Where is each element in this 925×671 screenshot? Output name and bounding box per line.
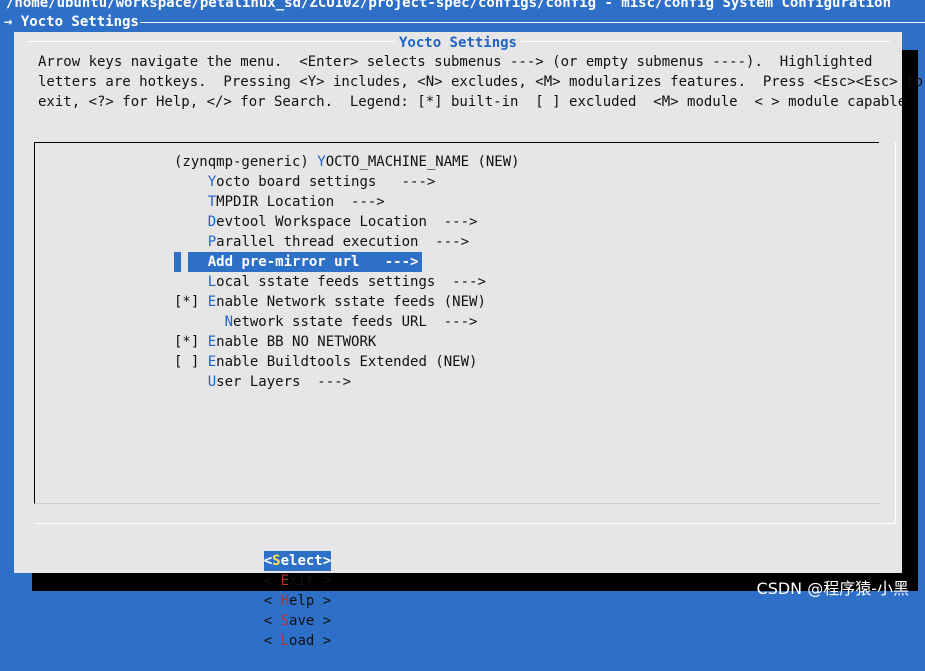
- dialog-title: Yocto Settings: [14, 34, 902, 52]
- menu-item-label: etwork sstate feeds URL --->: [233, 314, 478, 330]
- exit-button-open: <: [263, 573, 281, 589]
- menu-item-parallel-thread-execution[interactable]: Parallel thread execution --->: [174, 232, 520, 252]
- menu-item-hotkey: L: [207, 274, 217, 290]
- menu-item-hotkey: U: [207, 374, 217, 390]
- menu-item-hotkey: N: [224, 314, 234, 330]
- menu-item-enable-bb-no-network[interactable]: [*] Enable BB NO NETWORK: [174, 332, 520, 352]
- save-button-open: <: [263, 613, 281, 629]
- menu-item-user-layers[interactable]: User Layers --->: [174, 372, 520, 392]
- menu-item-prefix: [174, 174, 208, 190]
- menu-item-yocto-board-settings[interactable]: Yocto board settings --->: [174, 172, 520, 192]
- load-button-open: <: [263, 633, 281, 649]
- menu-item-prefix: [174, 254, 208, 270]
- menu-item-add-pre-mirror-url[interactable]: Add pre-mirror url --->: [174, 252, 520, 272]
- menu-item-prefix: [174, 234, 208, 250]
- menu-item-prefix: [174, 274, 208, 290]
- menu-item-label: evtool Workspace Location --->: [216, 214, 478, 230]
- menu-item-hotkey: P: [207, 234, 217, 250]
- select-button-open: <: [263, 553, 273, 569]
- menu-item-hotkey: Y: [207, 174, 217, 190]
- save-button-rest: ave >: [289, 613, 332, 629]
- load-button-rest: oad >: [289, 633, 332, 649]
- save-button-hotkey: S: [280, 613, 290, 629]
- menu-item-enable-network-sstate-feeds[interactable]: [*] Enable Network sstate feeds (NEW): [174, 292, 520, 312]
- menu-item-prefix: [174, 214, 208, 230]
- select-button[interactable]: <Select>: [263, 551, 332, 571]
- help-button-hotkey: H: [280, 593, 290, 609]
- help-button-rest: elp >: [289, 593, 332, 609]
- help-line-2: letters are hotkeys. Pressing <Y> includ…: [38, 74, 924, 90]
- menu-item-label: OCTO_MACHINE_NAME (NEW): [325, 154, 520, 170]
- menu-item-label: ocal sstate feeds settings --->: [216, 274, 486, 290]
- menu-item-label: MPDIR Location --->: [216, 194, 385, 210]
- menu-item-hotkey: Y: [317, 154, 326, 170]
- breadcrumb: → Yocto Settings: [4, 14, 139, 30]
- menu-item-yocto-machine-name[interactable]: (zynqmp-generic) YOCTO_MACHINE_NAME (NEW…: [174, 152, 520, 172]
- menu-item-prefix: [174, 194, 208, 210]
- config-path: /home/ubuntu/workspace/petalinux_sd/ZCU1…: [6, 0, 892, 11]
- help-button[interactable]: < Help >: [264, 591, 331, 611]
- menu-item-prefix: (zynqmp-generic): [174, 154, 318, 170]
- menu-item-enable-buildtools-extended[interactable]: [ ] Enable Buildtools Extended (NEW): [174, 352, 520, 372]
- help-line-1: Arrow keys navigate the menu. <Enter> se…: [38, 54, 873, 70]
- menu-item-label: nable BB NO NETWORK: [216, 334, 377, 350]
- menu-item-label: ser Layers --->: [216, 374, 352, 390]
- menu-box-bottom-border: [35, 523, 897, 524]
- menu-list: (zynqmp-generic) YOCTO_MACHINE_NAME (NEW…: [174, 152, 520, 392]
- menu-item-hotkey: E: [207, 294, 217, 310]
- load-button-hotkey: L: [280, 633, 290, 649]
- exit-button-rest: xit >: [289, 573, 332, 589]
- menu-item-label: dd pre-mirror url --->: [216, 254, 419, 270]
- menu-item-hotkey: E: [207, 334, 217, 350]
- button-bar: <Select> < Exit > < Help > < Save > < Lo…: [230, 531, 357, 649]
- select-button-rest: elect>: [280, 553, 332, 569]
- menu-item-local-sstate-feeds-settings[interactable]: Local sstate feeds settings --->: [174, 272, 520, 292]
- menu-item-hotkey: A: [207, 254, 217, 270]
- menu-item-tmpdir-location[interactable]: TMPDIR Location --->: [174, 192, 520, 212]
- exit-button[interactable]: < Exit >: [264, 571, 331, 591]
- select-button-hotkey: S: [272, 553, 281, 569]
- menu-item-hotkey: T: [207, 194, 217, 210]
- menu-item-prefix: [*]: [174, 334, 208, 350]
- menu-box-right-border: [895, 142, 896, 522]
- menu-item-network-sstate-feeds-url[interactable]: Network sstate feeds URL --->: [174, 312, 520, 332]
- menu-item-label: nable Network sstate feeds (NEW): [216, 294, 486, 310]
- help-button-open: <: [263, 593, 281, 609]
- menu-item-prefix: [*]: [174, 294, 208, 310]
- menuconfig-dialog: Yocto Settings Arrow keys navigate the m…: [14, 32, 923, 649]
- menu-item-hotkey: D: [207, 214, 217, 230]
- menu-item-devtool-workspace-location[interactable]: Devtool Workspace Location --->: [174, 212, 520, 232]
- menu-item-hotkey: E: [207, 354, 217, 370]
- dialog-title-text: Yocto Settings: [394, 35, 521, 51]
- menu-item-prefix: [174, 374, 208, 390]
- menu-item-prefix: [ ]: [174, 354, 208, 370]
- menu-item-label: arallel thread execution --->: [216, 234, 470, 250]
- watermark: CSDN @程序猿-小黑: [756, 579, 909, 598]
- breadcrumb-divider: [140, 22, 925, 23]
- load-button[interactable]: < Load >: [264, 631, 331, 651]
- help-line-3: exit, <?> for Help, </> for Search. Lege…: [38, 94, 907, 110]
- help-text: Arrow keys navigate the menu. <Enter> se…: [38, 52, 923, 112]
- menu-item-label: octo board settings --->: [216, 174, 436, 190]
- menu-item-label: nable Buildtools Extended (NEW): [216, 354, 478, 370]
- exit-button-hotkey: E: [280, 573, 290, 589]
- menu-item-prefix: [174, 314, 225, 330]
- save-button[interactable]: < Save >: [264, 611, 331, 631]
